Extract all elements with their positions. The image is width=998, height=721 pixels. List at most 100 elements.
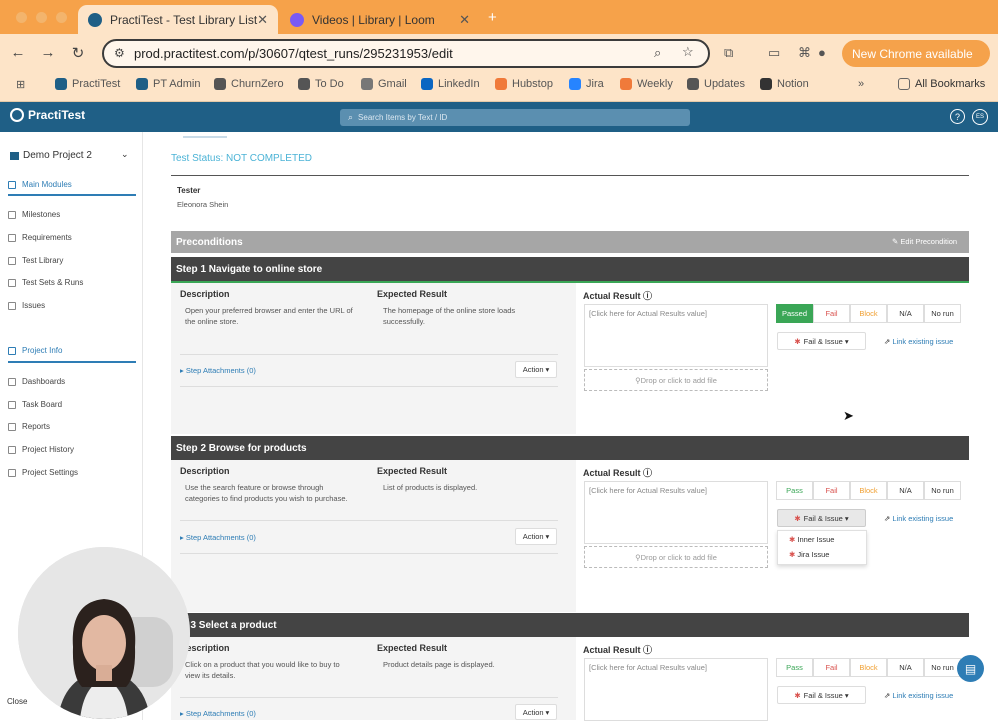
webcam-bubble[interactable] <box>18 547 190 719</box>
sidebar-item-test-library[interactable]: Test Library <box>8 256 63 265</box>
sidebar-item-project-settings[interactable]: Project Settings <box>8 468 78 477</box>
new-tab-button[interactable]: + <box>488 9 497 26</box>
step-2-block-button[interactable]: Block <box>850 481 887 500</box>
maximize-window-icon[interactable] <box>56 12 67 23</box>
step-3-fail-button[interactable]: Fail <box>813 658 850 677</box>
step-3-pass-button[interactable]: Pass <box>776 658 813 677</box>
step-2-actual-result-input[interactable]: [Click here for Actual Results value] <box>584 481 768 544</box>
step-1-link-existing-issue[interactable]: ⇗ Link existing issue <box>884 337 953 346</box>
bookmark-notion[interactable]: Notion <box>760 78 809 90</box>
caret-down-icon: ▾ <box>545 532 550 541</box>
zoom-search-icon[interactable]: ⌕ <box>654 45 661 61</box>
step-2-pass-button[interactable]: Pass <box>776 481 813 500</box>
edit-precondition-link[interactable]: ✎ Edit Precondition <box>892 237 957 246</box>
step-1-no-run-button[interactable]: No run <box>924 304 961 323</box>
help-icon[interactable]: ? <box>950 109 965 124</box>
bookmark-gmail[interactable]: Gmail <box>361 78 407 90</box>
step-attachments-link[interactable]: ▸ Step Attachments (0) <box>180 709 256 718</box>
bookmark-hubstop[interactable]: Hubstop <box>495 78 553 90</box>
step-2-header[interactable]: Step 2 Browse for products <box>171 436 969 460</box>
practitest-logo[interactable]: PractiTest <box>10 108 85 122</box>
browser-tab-practitest[interactable]: PractiTest - Test Library List ✕ <box>78 5 278 34</box>
step-attachments-link[interactable]: ▸ Step Attachments (0) <box>180 533 256 542</box>
reports-icon <box>8 422 16 431</box>
step-1-na-button[interactable]: N/A <box>887 304 924 323</box>
project-selector[interactable]: Demo Project 2 <box>10 150 92 161</box>
step-1-block-button[interactable]: Block <box>850 304 887 323</box>
tab-search-icon[interactable]: ▭ <box>768 45 780 61</box>
step-1-action-button[interactable]: Action ▾ <box>515 361 557 378</box>
chat-widget-icon[interactable]: ▤ <box>957 655 984 682</box>
step-3-actual-result-input[interactable]: [Click here for Actual Results value] <box>584 658 768 721</box>
new-chrome-available-button[interactable]: New Chrome available <box>842 40 990 67</box>
tester-label: Tester <box>177 186 201 195</box>
back-icon[interactable]: ← <box>8 44 28 61</box>
user-avatar[interactable]: ES <box>972 109 988 125</box>
step-3-header[interactable]: ep 3 Select a product <box>171 613 969 637</box>
sidebar-item-requirements[interactable]: Requirements <box>8 233 72 242</box>
step-3-no-run-button[interactable]: No run <box>924 658 961 677</box>
step-3-link-existing-issue[interactable]: ⇗ Link existing issue <box>884 691 953 700</box>
apps-grid-icon[interactable]: ⊞ <box>16 78 25 91</box>
global-search-input[interactable]: ⌕ Search Items by Text / ID <box>340 109 690 126</box>
step-2-na-button[interactable]: N/A <box>887 481 924 500</box>
bookmark-linkedin[interactable]: LinkedIn <box>421 78 480 90</box>
close-tab-icon[interactable]: ✕ <box>459 12 470 28</box>
bookmark-pt-admin[interactable]: PT Admin <box>136 78 201 90</box>
sidebar-item-test-sets-runs[interactable]: Test Sets & Runs <box>8 278 83 287</box>
more-bookmarks-button[interactable]: » <box>858 78 864 90</box>
minimize-window-icon[interactable] <box>36 12 47 23</box>
preconditions-bar[interactable]: Preconditions <box>171 231 969 253</box>
close-overlay-button[interactable]: Close <box>7 697 27 706</box>
bookmark-practitest[interactable]: PractiTest <box>55 78 120 90</box>
step-2-action-button[interactable]: Action ▾ <box>515 528 557 545</box>
bookmark-to-do[interactable]: To Do <box>298 78 344 90</box>
sidebar-item-project-history[interactable]: Project History <box>8 445 74 454</box>
bookmark-churnzero[interactable]: ChurnZero <box>214 78 284 90</box>
reload-icon[interactable]: ↻ <box>68 44 88 62</box>
chevron-down-icon[interactable]: ⌄ <box>121 149 129 160</box>
step-3-block-button[interactable]: Block <box>850 658 887 677</box>
bookmark-updates[interactable]: Updates <box>687 78 745 90</box>
step-2-file-dropzone[interactable]: ⚲ Drop or click to add file <box>584 546 768 568</box>
project-info-heading[interactable]: Project Info <box>8 346 62 355</box>
extensions-icon[interactable]: ⧉ <box>724 45 733 61</box>
browser-tab-loom[interactable]: Videos | Library | Loom ✕ <box>280 5 480 34</box>
actual-result-label: Actual Result ⓘ <box>583 645 653 655</box>
media-icon[interactable]: ⌘ <box>798 45 811 61</box>
step-2-no-run-button[interactable]: No run <box>924 481 961 500</box>
step-3-fail-issue-button[interactable]: ✱ Fail & Issue ▾ <box>777 686 866 704</box>
close-tab-icon[interactable]: ✕ <box>257 12 268 28</box>
sidebar-item-milestones[interactable]: Milestones <box>8 210 60 219</box>
bookmark-weekly[interactable]: Weekly <box>620 78 673 90</box>
step-1-passed-button[interactable]: Passed <box>776 304 813 323</box>
step-1-file-dropzone[interactable]: ⚲ Drop or click to add file <box>584 369 768 391</box>
step-3-na-button[interactable]: N/A <box>887 658 924 677</box>
sidebar-item-issues[interactable]: Issues <box>8 301 45 310</box>
step-3-action-button[interactable]: Action ▾ <box>515 704 557 720</box>
dropdown-item-inner-issue[interactable]: ✱ Inner Issue <box>789 535 834 544</box>
dropdown-item-jira-issue[interactable]: ✱ Jira Issue <box>789 550 829 559</box>
requirements-icon <box>8 233 16 242</box>
sidebar-item-reports[interactable]: Reports <box>8 422 50 431</box>
step-1-header[interactable]: Step 1 Navigate to online store <box>171 257 969 281</box>
step-1-actual-result-input[interactable]: [Click here for Actual Results value] <box>584 304 768 367</box>
all-bookmarks-button[interactable]: All Bookmarks <box>898 78 985 90</box>
sidebar-item-dashboards[interactable]: Dashboards <box>8 377 65 386</box>
bookmark-star-icon[interactable]: ☆ <box>682 44 694 60</box>
step-attachments-link[interactable]: ▸ Step Attachments (0) <box>180 366 256 375</box>
step-2-link-existing-issue[interactable]: ⇗ Link existing issue <box>884 514 953 523</box>
step-2-fail-issue-button[interactable]: ✱ Fail & Issue ▾ <box>777 509 866 527</box>
forward-icon[interactable]: → <box>38 44 58 61</box>
site-info-icon[interactable]: ⚙ <box>114 46 125 60</box>
profile-icon[interactable]: ● <box>818 45 826 60</box>
step-2-fail-button[interactable]: Fail <box>813 481 850 500</box>
close-window-icon[interactable] <box>16 12 27 23</box>
step-1-fail-issue-button[interactable]: ✱ Fail & Issue ▾ <box>777 332 866 350</box>
sidebar-item-task-board[interactable]: Task Board <box>8 400 62 409</box>
address-bar[interactable]: ⚙ prod.practitest.com/p/30607/qtest_runs… <box>102 39 710 68</box>
bookmark-jira[interactable]: Jira <box>569 78 604 90</box>
step-1-fail-button[interactable]: Fail <box>813 304 850 323</box>
main-modules-heading[interactable]: Main Modules <box>8 180 72 189</box>
expected-result-label: Expected Result <box>377 289 448 299</box>
